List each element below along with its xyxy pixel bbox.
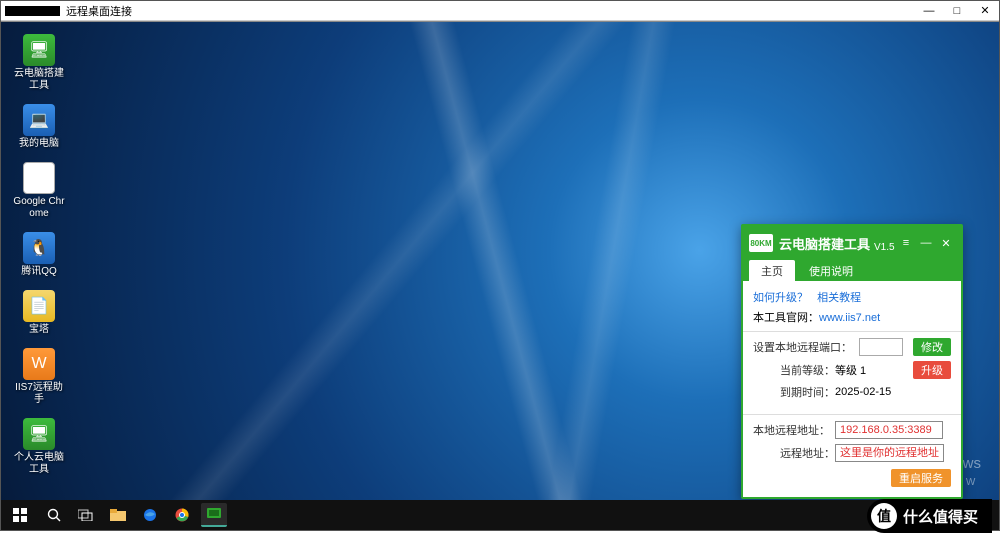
- taskbar-edge-icon[interactable]: [137, 503, 163, 527]
- app-body: 如何升级？ 相关教程 本工具官网：www.iis7.net 设置本地远程端口： …: [743, 281, 961, 497]
- taskbar[interactable]: [1, 500, 999, 530]
- icon-label: 我的电脑: [11, 138, 67, 150]
- app-icon: ◎: [23, 162, 55, 194]
- tab-help[interactable]: 使用说明: [797, 260, 865, 281]
- maximize-button[interactable]: □: [943, 2, 971, 20]
- app-titlebar[interactable]: 80KM 云电脑搭建工具 V1.5 ≡ — ✕: [743, 226, 961, 260]
- desktop-icon[interactable]: ◎Google Chrome: [11, 162, 67, 220]
- close-button[interactable]: ✕: [971, 2, 999, 20]
- app-menu-icon[interactable]: ≡: [897, 236, 915, 250]
- expire-value: 2025-02-15: [835, 386, 951, 398]
- taskbar-explorer-icon[interactable]: [105, 503, 131, 527]
- titlebar[interactable]: 远程桌面连接 — □ ✕: [1, 1, 999, 21]
- icon-label: Google Chrome: [11, 196, 67, 220]
- desktop-icon[interactable]: 📄 宝塔: [11, 290, 67, 336]
- app-icon: 💻: [23, 104, 55, 136]
- taskbar-chrome-icon[interactable]: [169, 503, 195, 527]
- remote-addr-label: 远程地址：: [753, 445, 835, 461]
- app-title: 云电脑搭建工具: [779, 234, 870, 253]
- restart-service-button[interactable]: 重启服务: [891, 469, 951, 487]
- desktop-icons: 🖥云电脑搭建工具💻我的电脑◎Google Chrome🐧腾讯QQ📄宝塔WIIS7…: [11, 34, 71, 488]
- app-icon: W: [23, 348, 55, 380]
- badge-text: 什么值得买: [903, 506, 978, 527]
- local-addr-value[interactable]: 192.168.0.35:3389: [835, 421, 943, 439]
- taskbar-taskview-icon[interactable]: [73, 503, 99, 527]
- taskbar-cloud-tool-icon[interactable]: [201, 503, 227, 527]
- app-icon: 🖥: [23, 34, 55, 66]
- tutorial-link[interactable]: 相关教程: [817, 292, 861, 304]
- icon-label: 个人云电脑工具: [11, 452, 67, 476]
- level-value: 等级 1: [835, 362, 913, 378]
- app-close-button[interactable]: ✕: [937, 236, 955, 250]
- app-icon: 🖥: [23, 418, 55, 450]
- port-label: 设置本地远程端口：: [753, 339, 859, 355]
- icon-label: IIS7远程助手: [11, 382, 67, 406]
- taskbar-search-icon[interactable]: [41, 503, 67, 527]
- modify-button[interactable]: 修改: [913, 338, 951, 356]
- minimize-button[interactable]: —: [915, 2, 943, 20]
- remote-desktop[interactable]: 🖥云电脑搭建工具💻我的电脑◎Google Chrome🐧腾讯QQ📄宝塔WIIS7…: [1, 21, 999, 530]
- upgrade-link[interactable]: 如何升级？: [753, 292, 808, 304]
- start-button[interactable]: [5, 503, 35, 527]
- upgrade-button[interactable]: 升级: [913, 361, 951, 379]
- app-tabs: 主页 使用说明: [743, 260, 961, 281]
- cloud-tool-window[interactable]: 80KM 云电脑搭建工具 V1.5 ≡ — ✕ 主页 使用说明 如何升级？ 相关…: [741, 224, 963, 499]
- desktop-icon[interactable]: 🖥云电脑搭建工具: [11, 34, 67, 92]
- desktop-icon[interactable]: 💻 我的电脑: [11, 104, 67, 150]
- level-label: 当前等级：: [753, 362, 835, 378]
- badge-circle: 值: [871, 503, 897, 529]
- tab-home[interactable]: 主页: [749, 260, 795, 281]
- app-logo: 80KM: [749, 234, 773, 252]
- desktop-icon[interactable]: WIIS7远程助手: [11, 348, 67, 406]
- app-icon: 📄: [23, 290, 55, 322]
- app-version: V1.5: [874, 242, 895, 253]
- expire-label: 到期时间：: [753, 384, 835, 400]
- app-minimize-button[interactable]: —: [917, 236, 935, 250]
- local-addr-label: 本地远程地址：: [753, 422, 835, 438]
- icon-label: 腾讯QQ: [11, 266, 67, 278]
- app-icon: 🐧: [23, 232, 55, 264]
- window-title: 远程桌面连接: [66, 3, 132, 19]
- icon-label: 宝塔: [11, 324, 67, 336]
- desktop-icon[interactable]: 🖥个人云电脑工具: [11, 418, 67, 476]
- desktop-icon[interactable]: 🐧 腾讯QQ: [11, 232, 67, 278]
- remote-addr-value[interactable]: 这里是你的远程地址: [835, 444, 944, 462]
- port-input[interactable]: [859, 338, 903, 356]
- icon-label: 云电脑搭建工具: [11, 68, 67, 92]
- site-url[interactable]: www.iis7.net: [819, 312, 880, 324]
- smzdm-badge[interactable]: 值 什么值得买: [867, 499, 992, 533]
- rdp-window: 远程桌面连接 — □ ✕ 🖥云电脑搭建工具💻我的电脑◎Google Chrome…: [0, 0, 1000, 531]
- site-label: 本工具官网：: [753, 312, 819, 324]
- title-icon-bar: [5, 6, 60, 16]
